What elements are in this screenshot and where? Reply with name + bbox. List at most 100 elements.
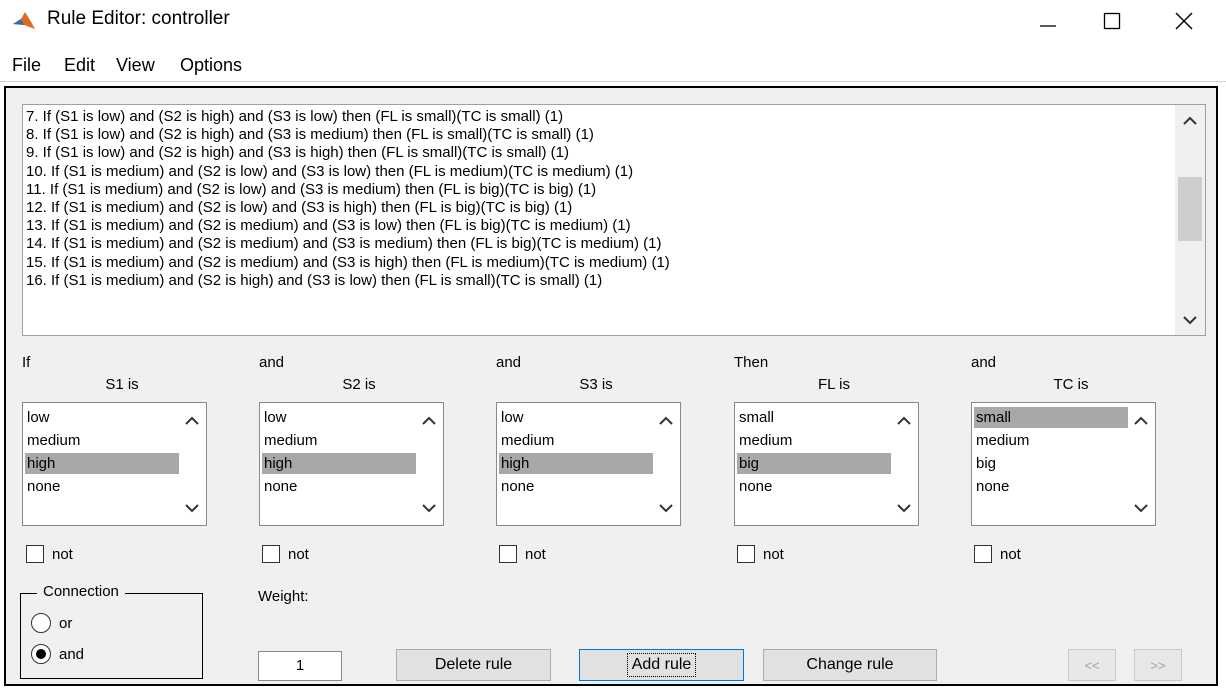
previous-label: << <box>1084 657 1100 673</box>
mf-list-s2[interactable]: low medium high none <box>259 402 444 526</box>
checkbox[interactable] <box>26 545 44 563</box>
minimize-icon <box>1040 25 1056 27</box>
weight-input[interactable]: 1 <box>258 651 342 681</box>
checkbox[interactable] <box>737 545 755 563</box>
mf-list-s1[interactable]: low medium high none <box>22 402 207 526</box>
rule-list[interactable]: 7. If (S1 is low) and (S2 is high) and (… <box>22 104 1206 336</box>
rule-line[interactable]: 7. If (S1 is low) and (S2 is high) and (… <box>26 108 1172 126</box>
not-checkbox-tc[interactable]: not <box>974 543 1021 565</box>
not-checkbox-fl[interactable]: not <box>737 543 784 565</box>
mf-item[interactable]: low <box>499 407 653 428</box>
scroll-down-arrow[interactable] <box>1131 499 1151 517</box>
scroll-down-arrow[interactable] <box>1175 309 1205 331</box>
mf-item[interactable]: high <box>25 453 179 474</box>
not-label: not <box>52 545 73 563</box>
scroll-up-arrow[interactable] <box>1175 109 1205 131</box>
mf-item[interactable]: medium <box>499 430 653 451</box>
rule-line[interactable]: 12. If (S1 is medium) and (S2 is low) an… <box>26 199 1172 217</box>
scroll-down-arrow[interactable] <box>182 499 202 517</box>
scroll-down-arrow[interactable] <box>894 499 914 517</box>
menu-options[interactable]: Options <box>180 55 242 76</box>
scroll-up-arrow[interactable] <box>419 411 439 429</box>
radio-label-and: and <box>59 645 85 663</box>
rule-lines: 7. If (S1 is low) and (S2 is high) and (… <box>26 108 1172 335</box>
checkbox[interactable] <box>262 545 280 563</box>
radio-button[interactable] <box>31 613 51 633</box>
not-checkbox-s1[interactable]: not <box>26 543 73 565</box>
rule-line[interactable]: 15. If (S1 is medium) and (S2 is medium)… <box>26 254 1172 272</box>
scroll-thumb[interactable] <box>1178 177 1202 241</box>
radio-button-selected[interactable] <box>31 644 51 664</box>
rule-list-scrollbar[interactable] <box>1175 105 1205 335</box>
rule-line[interactable]: 14. If (S1 is medium) and (S2 is medium)… <box>26 235 1172 253</box>
delete-rule-label: Delete rule <box>434 656 513 673</box>
column-head-then: Then <box>734 354 769 371</box>
variable-name-s2: S2 is <box>342 376 376 393</box>
change-rule-label: Change rule <box>806 656 894 673</box>
chevron-up-icon <box>422 416 436 425</box>
chevron-up-icon <box>897 416 911 425</box>
not-label: not <box>763 545 784 563</box>
mf-item[interactable]: high <box>499 453 653 474</box>
mf-item[interactable]: none <box>499 476 653 497</box>
mf-item[interactable]: medium <box>25 430 179 451</box>
mf-item[interactable]: small <box>974 407 1128 428</box>
add-rule-button[interactable]: Add rule <box>579 649 744 681</box>
mf-item[interactable]: medium <box>974 430 1128 451</box>
checkbox[interactable] <box>974 545 992 563</box>
not-label: not <box>288 545 309 563</box>
checkbox[interactable] <box>499 545 517 563</box>
radio-label-or: or <box>59 614 73 632</box>
mf-item[interactable]: none <box>737 476 891 497</box>
mf-item[interactable]: none <box>25 476 179 497</box>
rule-line[interactable]: 9. If (S1 is low) and (S2 is high) and (… <box>26 144 1172 162</box>
next-button[interactable]: >> <box>1134 649 1182 681</box>
change-rule-button[interactable]: Change rule <box>763 649 937 681</box>
title-bar: Rule Editor: controller <box>0 0 1226 42</box>
menu-file[interactable]: File <box>12 55 41 76</box>
menu-edit[interactable]: Edit <box>64 55 95 76</box>
scroll-up-arrow[interactable] <box>1131 411 1151 429</box>
close-button[interactable] <box>1152 0 1216 42</box>
mf-list-fl[interactable]: small medium big none <box>734 402 919 526</box>
mf-item[interactable]: medium <box>737 430 891 451</box>
close-icon <box>1175 12 1193 30</box>
scroll-up-arrow[interactable] <box>656 411 676 429</box>
previous-button[interactable]: << <box>1068 649 1116 681</box>
column-head-and: and <box>496 354 522 371</box>
mf-item[interactable]: small <box>737 407 891 428</box>
scroll-down-arrow[interactable] <box>656 499 676 517</box>
mf-item[interactable]: none <box>974 476 1128 497</box>
minimize-button[interactable] <box>1016 0 1080 42</box>
rule-line[interactable]: 16. If (S1 is medium) and (S2 is high) a… <box>26 272 1172 290</box>
radio-dot <box>36 649 46 659</box>
mf-item[interactable]: big <box>974 453 1128 474</box>
menu-view[interactable]: View <box>116 55 155 76</box>
mf-item[interactable]: medium <box>262 430 416 451</box>
mf-item[interactable]: big <box>737 453 891 474</box>
mf-list-tc[interactable]: small medium big none <box>971 402 1156 526</box>
mf-item[interactable]: low <box>25 407 179 428</box>
mf-list-s3[interactable]: low medium high none <box>496 402 681 526</box>
next-label: >> <box>1150 657 1166 673</box>
chevron-down-icon <box>1183 315 1197 324</box>
scroll-up-arrow[interactable] <box>182 411 202 429</box>
not-checkbox-s3[interactable]: not <box>499 543 546 565</box>
weight-label: Weight: <box>258 588 309 605</box>
radio-and[interactable]: and <box>31 644 84 664</box>
delete-rule-button[interactable]: Delete rule <box>396 649 551 681</box>
mf-item[interactable]: high <box>262 453 416 474</box>
rule-line[interactable]: 13. If (S1 is medium) and (S2 is medium)… <box>26 217 1172 235</box>
mf-item[interactable]: none <box>262 476 416 497</box>
radio-or[interactable]: or <box>31 613 72 633</box>
maximize-icon <box>1103 12 1121 30</box>
scroll-up-arrow[interactable] <box>894 411 914 429</box>
rule-line[interactable]: 8. If (S1 is low) and (S2 is high) and (… <box>26 126 1172 144</box>
maximize-button[interactable] <box>1080 0 1144 42</box>
scroll-down-arrow[interactable] <box>419 499 439 517</box>
rule-line[interactable]: 10. If (S1 is medium) and (S2 is low) an… <box>26 163 1172 181</box>
variable-name-s3: S3 is <box>579 376 613 393</box>
mf-item[interactable]: low <box>262 407 416 428</box>
not-checkbox-s2[interactable]: not <box>262 543 309 565</box>
rule-line[interactable]: 11. If (S1 is medium) and (S2 is low) an… <box>26 181 1172 199</box>
